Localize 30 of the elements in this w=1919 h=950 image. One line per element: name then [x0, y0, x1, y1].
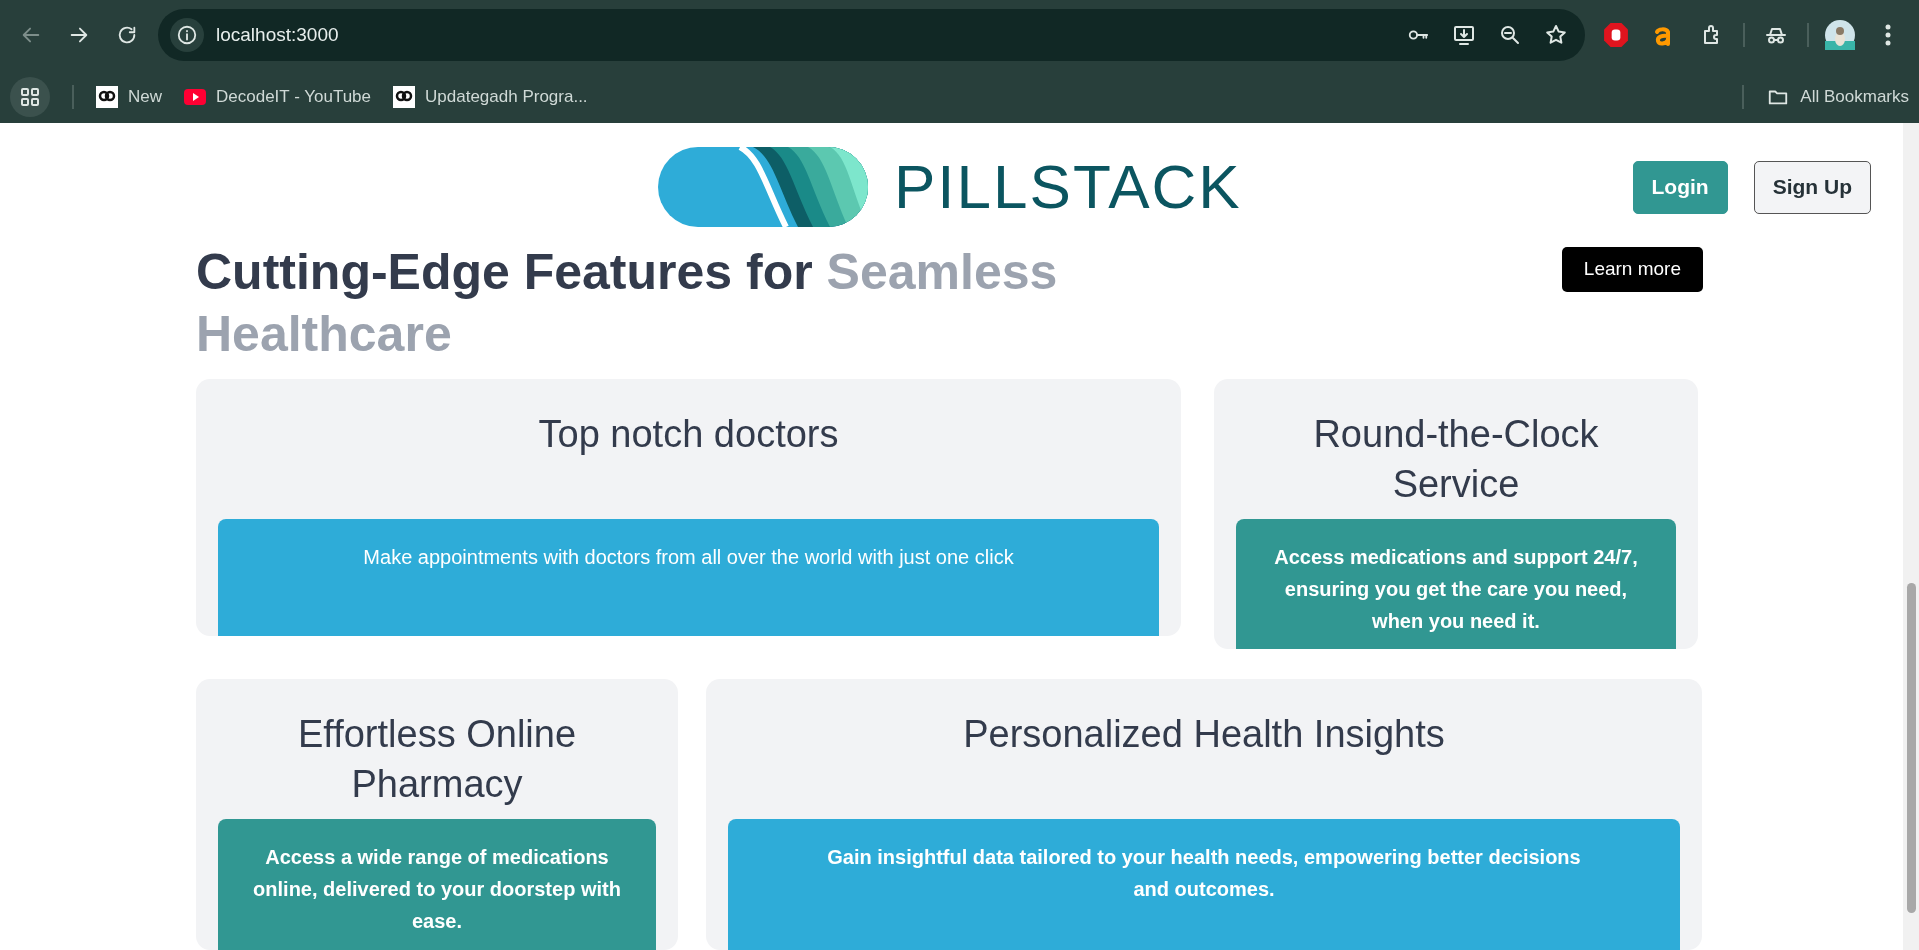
- login-button[interactable]: Login: [1632, 160, 1728, 214]
- card-description: Access medications and support 24/7, ensuring you get the care you need, when you need it.: [1274, 546, 1638, 632]
- address-bar[interactable]: localhost:3000: [158, 9, 1585, 61]
- zoom-out-icon: [1498, 23, 1522, 47]
- card-title: Round-the-Clock Service: [1312, 412, 1600, 507]
- play-favicon-icon: [184, 88, 206, 105]
- scrollbar-thumb[interactable]: [1906, 583, 1916, 913]
- info-icon: [176, 24, 198, 46]
- card-description: Access a wide range of medications online, delivered to your doorstep with ease.: [253, 846, 621, 932]
- profile-button[interactable]: [1823, 18, 1857, 52]
- signup-button[interactable]: Sign Up: [1753, 160, 1871, 214]
- reload-icon: [116, 24, 138, 46]
- card-title: Effortless Online Pharmacy: [296, 712, 578, 807]
- apps-button[interactable]: [10, 76, 50, 117]
- learn-more-button[interactable]: Learn more: [1561, 247, 1703, 292]
- menu-icon: [1885, 24, 1891, 46]
- star-icon: [1544, 23, 1568, 47]
- brand-name: PILLSTACK: [894, 156, 1242, 218]
- card-description: Gain insightful data tailored to your health needs, empowering better decisions and outcomes.: [827, 846, 1581, 900]
- install-icon: [1452, 23, 1476, 47]
- card-title: Top notch doctors: [537, 412, 840, 457]
- bookmark-link[interactable]: New: [96, 83, 162, 110]
- card-title: Personalized Health Insights: [962, 712, 1446, 757]
- card-description: Make appointments with doctors from all over the world with just one click: [363, 546, 1014, 568]
- url-text: localhost:3000: [216, 22, 340, 47]
- bookmark-link[interactable]: Updategadh Progra...: [393, 83, 588, 110]
- bookmark-link[interactable]: DecodeIT - YouTube: [184, 83, 372, 110]
- section-heading: Cutting-Edge Features for Seamless Healthcare: [196, 243, 1059, 364]
- all-bookmarks-button[interactable]: All Bookmarks: [1766, 83, 1909, 110]
- scrollbar[interactable]: [1903, 123, 1919, 950]
